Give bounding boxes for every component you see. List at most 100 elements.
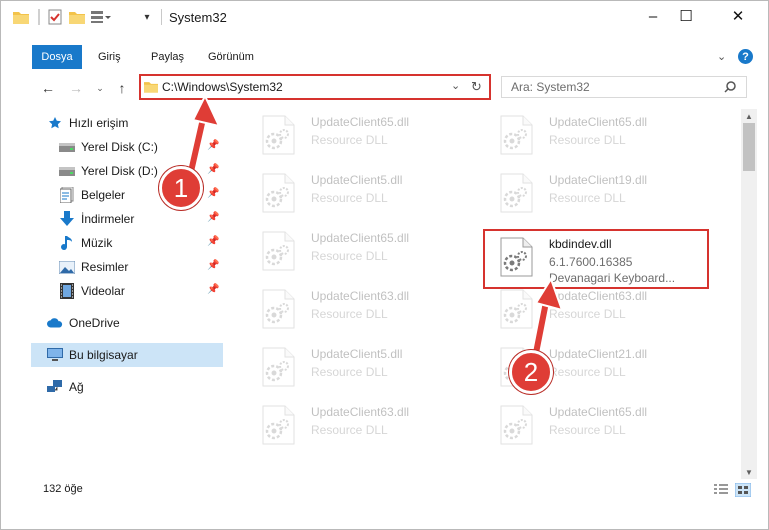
pin-icon[interactable]: 📌	[207, 236, 219, 248]
customize-toolbar-icon[interactable]	[91, 9, 111, 25]
pin-icon[interactable]: 📌	[207, 140, 219, 152]
sidebar-item-label: Yerel Disk (C:)	[81, 140, 158, 154]
sidebar-item-onedrive[interactable]: OneDrive	[31, 311, 223, 335]
music-icon	[59, 235, 75, 251]
file-tile[interactable]: UpdateClient65.dll Resource DLL	[485, 109, 715, 163]
search-input[interactable]: Ara: System32	[501, 76, 747, 98]
tab-share[interactable]: Paylaş	[138, 45, 197, 69]
sidebar-item-label: Hızlı erişim	[69, 116, 129, 130]
file-subtitle: Resource DLL	[549, 133, 626, 147]
forward-arrow-icon[interactable]: →	[65, 77, 87, 99]
dll-file-icon	[499, 289, 533, 329]
file-name: UpdateClient63.dll	[549, 289, 648, 303]
close-button[interactable]: ✕	[715, 1, 761, 31]
file-tile[interactable]: UpdateClient63.dll Resource DLL	[247, 399, 477, 453]
address-row: ← → ⌄ ↑ C:\Windows\System32 ⌄ ↻ Ara: Sys…	[1, 73, 768, 101]
tab-file[interactable]: Dosya	[32, 45, 82, 69]
separator	[38, 9, 40, 25]
file-tile[interactable]: UpdateClient65.dll Resource DLL	[485, 399, 715, 453]
drive-icon	[59, 139, 75, 155]
tab-view[interactable]: Görünüm	[195, 45, 267, 69]
address-path: C:\Windows\System32	[162, 80, 283, 94]
pin-icon[interactable]: 📌	[207, 164, 219, 176]
file-name: UpdateClient19.dll	[549, 173, 648, 187]
annotation-badge-2: 2	[509, 350, 553, 394]
file-name: UpdateClient65.dll	[549, 115, 648, 129]
search-placeholder: Ara: System32	[511, 80, 590, 94]
file-tile[interactable]: UpdateClient19.dll Resource DLL	[485, 167, 715, 221]
dll-file-icon	[261, 347, 295, 387]
file-tile-kbdindev[interactable]: kbdindev.dll 6.1.7600.16385 Devanagari Key…	[483, 229, 709, 289]
network-icon	[47, 379, 63, 395]
pin-icon[interactable]: 📌	[207, 212, 219, 224]
tab-home[interactable]: Giriş	[85, 45, 134, 69]
pin-icon[interactable]: 📌	[207, 188, 219, 200]
sidebar-item-label: Yerel Disk (D:)	[81, 164, 158, 178]
ribbon-tabs: Dosya Giriş Paylaş Görünüm ⌄ ?	[1, 45, 768, 69]
sidebar-item-label: Bu bilgisayar	[69, 348, 138, 362]
file-subtitle: Resource DLL	[549, 423, 626, 437]
file-tile[interactable]: UpdateClient65.dll Resource DLL	[247, 109, 477, 163]
file-name: UpdateClient65.dll	[311, 115, 410, 129]
address-bar[interactable]: C:\Windows\System32 ⌄	[139, 74, 491, 100]
dll-file-icon	[261, 231, 295, 271]
file-tile[interactable]: UpdateClient5.dll Resource DLL	[247, 167, 477, 221]
annotation-badge-1: 1	[159, 166, 203, 210]
dropdown-arrow-icon[interactable]: ▾	[141, 9, 153, 25]
sidebar-item-label: OneDrive	[69, 316, 120, 330]
details-view-icon[interactable]	[713, 483, 729, 497]
file-subtitle: Resource DLL	[311, 365, 388, 379]
title-bar: ▾ System32 – ☐ ✕	[1, 1, 768, 33]
vertical-scrollbar[interactable]: ▲ ▼	[741, 109, 757, 479]
file-name: UpdateClient65.dll	[311, 231, 410, 245]
back-arrow-icon[interactable]: ←	[37, 77, 59, 99]
chevron-down-icon[interactable]: ⌄	[717, 50, 731, 64]
sidebar-item-label: Resimler	[81, 260, 129, 274]
refresh-icon[interactable]: ↻	[471, 79, 482, 95]
drive-icon	[59, 163, 75, 179]
help-button[interactable]: ?	[738, 49, 753, 64]
scroll-up-arrow-icon[interactable]: ▲	[741, 109, 757, 123]
sidebar-item-pictures[interactable]: Resimler 📌	[31, 255, 223, 279]
scrollbar-thumb[interactable]	[743, 123, 755, 171]
recent-locations-chevron-icon[interactable]: ⌄	[89, 77, 111, 99]
sidebar-item-label: Ağ	[69, 380, 84, 394]
sidebar-item-downloads[interactable]: İndirmeler 📌	[31, 207, 223, 231]
sidebar-item-music[interactable]: Müzik 📌	[31, 231, 223, 255]
file-name: kbdindev.dll	[549, 237, 612, 251]
file-name: UpdateClient5.dll	[311, 173, 403, 187]
properties-icon[interactable]	[47, 9, 63, 25]
sidebar-item-local-disk-c[interactable]: Yerel Disk (C:) 📌	[31, 135, 223, 159]
navigation-pane: Hızlı erişim Yerel Disk (C:) 📌 Yerel Dis…	[31, 109, 225, 479]
maximize-button[interactable]: ☐	[663, 1, 709, 31]
sidebar-item-label: Müzik	[81, 236, 113, 250]
file-tile[interactable]: UpdateClient65.dll Resource DLL	[247, 225, 477, 279]
separator	[161, 9, 162, 25]
dll-file-icon	[261, 405, 295, 445]
sidebar-item-videos[interactable]: Videolar 📌	[31, 279, 223, 303]
pictures-icon	[59, 259, 75, 275]
dll-file-icon	[261, 115, 295, 155]
sidebar-item-quick-access[interactable]: Hızlı erişim	[31, 111, 223, 135]
file-subtitle: Resource DLL	[311, 133, 388, 147]
file-tile[interactable]: UpdateClient63.dll Resource DLL	[485, 283, 715, 337]
sidebar-item-network[interactable]: Ağ	[31, 375, 223, 399]
sidebar-item-this-pc[interactable]: Bu bilgisayar	[31, 343, 223, 367]
file-name: UpdateClient5.dll	[311, 347, 403, 361]
file-tile[interactable]: UpdateClient5.dll Resource DLL	[247, 341, 477, 395]
dll-file-icon	[499, 237, 533, 277]
sidebar-item-label: Videolar	[81, 284, 125, 298]
star-icon	[47, 115, 63, 131]
chevron-down-icon[interactable]: ⌄	[451, 79, 460, 92]
file-name: UpdateClient63.dll	[311, 405, 410, 419]
file-subtitle: Resource DLL	[549, 365, 626, 379]
file-tile[interactable]: UpdateClient63.dll Resource DLL	[247, 283, 477, 337]
up-arrow-icon[interactable]: ↑	[111, 77, 133, 99]
file-subtitle: Resource DLL	[549, 307, 626, 321]
new-folder-icon[interactable]	[69, 9, 85, 25]
status-bar: 132 öğe	[1, 479, 768, 501]
large-icons-view-icon[interactable]	[735, 483, 751, 497]
pin-icon[interactable]: 📌	[207, 284, 219, 296]
scroll-down-arrow-icon[interactable]: ▼	[741, 465, 757, 479]
pin-icon[interactable]: 📌	[207, 260, 219, 272]
